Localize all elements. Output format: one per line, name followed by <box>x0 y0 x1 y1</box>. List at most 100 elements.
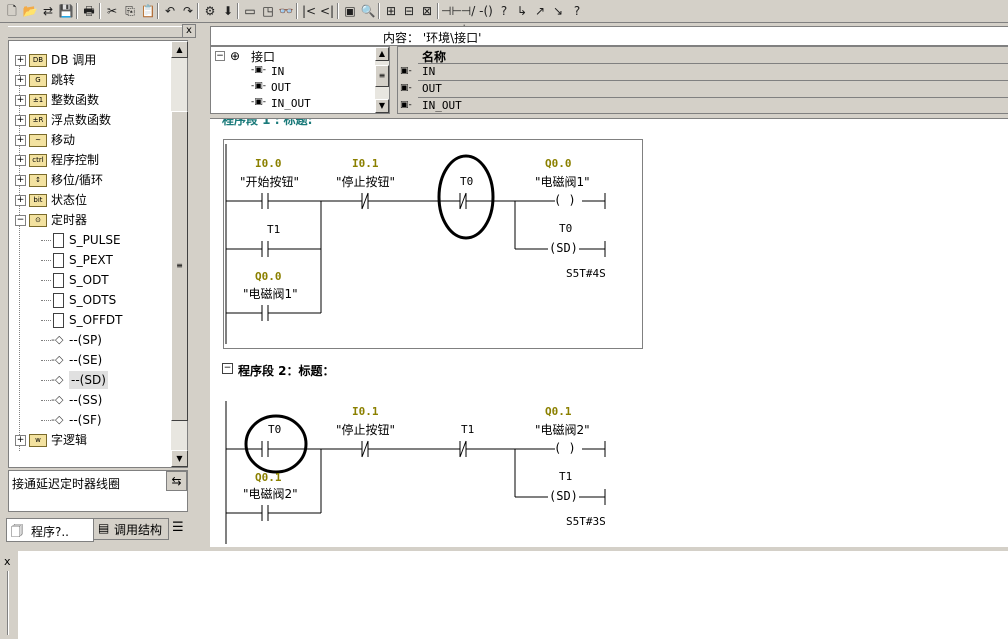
n2-contact1-address[interactable]: T0 <box>268 423 281 436</box>
details-grip[interactable] <box>7 571 9 635</box>
branch-icon[interactable]: ⊟ <box>400 2 418 20</box>
copy-icon[interactable]: ⎘ <box>121 2 139 20</box>
no-contact-icon[interactable]: ⊣⊢ <box>441 2 462 20</box>
interface-out[interactable]: OUT <box>271 81 291 94</box>
tree-item[interactable]: + bit 状态位 <box>9 191 169 209</box>
close-branch-icon[interactable]: ↗ <box>531 2 549 20</box>
n1-contact2-symbol[interactable]: "停止按钮" <box>336 173 395 190</box>
expand-icon[interactable]: + <box>15 75 26 86</box>
save-icon[interactable]: 💾 <box>57 2 75 20</box>
tab-callstruct[interactable]: ▤ 调用结构 <box>93 518 169 540</box>
coil-icon[interactable]: -() <box>477 2 495 20</box>
overview-icon[interactable]: ▣ <box>341 2 359 20</box>
n1-coil-glyph[interactable]: ( ) <box>554 193 576 207</box>
tree-item[interactable]: S_ODT <box>9 271 169 289</box>
tree-item[interactable]: -◇ --(SE) <box>9 351 169 369</box>
scroll-up-icon[interactable]: ▲ <box>171 41 188 58</box>
next-icon[interactable]: <| <box>318 2 336 20</box>
prev-icon[interactable]: |< <box>300 2 318 20</box>
interface-collapse-icon[interactable]: − <box>215 51 225 61</box>
monitor-icon[interactable]: ◳ <box>259 2 277 20</box>
expand-icon[interactable]: + <box>15 115 26 126</box>
list-icon[interactable]: ☰ <box>172 520 190 538</box>
tree-item[interactable]: − ⊙ 定时器 <box>9 211 169 229</box>
tree-item[interactable]: + w 字逻辑 <box>9 431 169 449</box>
table-row[interactable]: IN <box>418 64 1008 81</box>
panel-grip[interactable] <box>8 26 182 38</box>
panel-close-icon[interactable]: x <box>182 24 196 38</box>
tree-item[interactable]: S_PEXT <box>9 251 169 269</box>
details-close-icon[interactable]: x <box>4 555 11 568</box>
tree-item[interactable]: + ±1 整数函数 <box>9 91 169 109</box>
expand-icon[interactable]: + <box>15 435 26 446</box>
n1-branch1-address[interactable]: T1 <box>267 223 280 236</box>
n1-timer-glyph[interactable]: (SD) <box>549 241 578 255</box>
open-branch-icon[interactable]: ↳ <box>513 2 531 20</box>
expand-icon[interactable]: + <box>15 175 26 186</box>
expand-icon[interactable]: + <box>15 155 26 166</box>
table-row[interactable]: OUT <box>418 81 1008 98</box>
network-icon[interactable]: ⇄ <box>39 2 57 20</box>
n1-coil-symbol[interactable]: "电磁阀1" <box>535 173 590 190</box>
network2-title[interactable]: 程序段 2：标题： <box>238 362 335 379</box>
n2-branch1-symbol[interactable]: "电磁阀2" <box>243 485 298 502</box>
table-row[interactable]: IN_OUT <box>418 98 1008 113</box>
scroll-thumb[interactable]: ≡ <box>171 111 188 421</box>
tree-item[interactable]: -◇ --(SP) <box>9 331 169 349</box>
box-icon[interactable]: ? <box>495 2 513 20</box>
undo-icon[interactable]: ↶ <box>161 2 179 20</box>
help-icon[interactable]: ? <box>568 2 586 20</box>
iface-scroll-thumb[interactable]: ≡ <box>375 65 389 87</box>
network2-collapse-icon[interactable]: − <box>222 363 233 374</box>
n1-branch2-symbol[interactable]: "电磁阀1" <box>243 285 298 302</box>
tree-item[interactable]: + DB DB 调用 <box>9 51 169 69</box>
tree-item[interactable]: S_PULSE <box>9 231 169 249</box>
n2-contact2-symbol[interactable]: "停止按钮" <box>336 421 395 438</box>
compile-icon[interactable]: ⚙ <box>201 2 219 20</box>
tree-item[interactable]: -◇ --(SF) <box>9 411 169 429</box>
n1-timer-address[interactable]: T0 <box>559 222 572 235</box>
print-icon[interactable]: 🖶 <box>80 2 98 20</box>
n2-timer-address[interactable]: T1 <box>559 470 572 483</box>
paste-icon[interactable]: 📋 <box>139 2 157 20</box>
iface-scroll-down-icon[interactable]: ▼ <box>375 99 389 113</box>
window-icon[interactable]: ▭ <box>241 2 259 20</box>
tree-item[interactable]: + G 跳转 <box>9 71 169 89</box>
n2-timer-glyph[interactable]: (SD) <box>549 489 578 503</box>
expand-icon[interactable]: + <box>15 195 26 206</box>
cut-icon[interactable]: ✂ <box>103 2 121 20</box>
n1-contact3-address[interactable]: T0 <box>460 175 473 188</box>
tree-item[interactable]: -◇ --(SS) <box>9 391 169 409</box>
n2-coil-glyph[interactable]: ( ) <box>554 441 576 455</box>
tree-item[interactable]: + ↕ 移位/循环 <box>9 171 169 189</box>
interface-in[interactable]: IN <box>271 65 284 78</box>
iface-scroll-up-icon[interactable]: ▲ <box>375 47 389 61</box>
tab-program[interactable]: 🗍 程序?.. <box>6 518 94 542</box>
parallel-icon[interactable]: ⊠ <box>418 2 436 20</box>
tree-item[interactable]: S_ODTS <box>9 291 169 309</box>
zoom-icon[interactable]: 🔍 <box>359 2 377 20</box>
n1-contact1-symbol[interactable]: "开始按钮" <box>240 173 299 190</box>
collapse-icon[interactable]: − <box>15 215 26 226</box>
n2-contact3-address[interactable]: T1 <box>461 423 474 436</box>
interface-scrollbar[interactable]: ▲ ≡ ▼ <box>375 47 389 113</box>
expand-icon[interactable]: + <box>15 55 26 66</box>
expand-icon[interactable]: + <box>15 95 26 106</box>
redo-icon[interactable]: ↷ <box>179 2 197 20</box>
n2-coil-symbol[interactable]: "电磁阀2" <box>535 421 590 438</box>
tree-scrollbar[interactable]: ▲ ≡ ▼ <box>171 41 188 467</box>
tree-item[interactable]: + ~ 移动 <box>9 131 169 149</box>
interface-root-label[interactable]: 接口 <box>251 48 275 65</box>
tree-item[interactable]: S_OFFDT <box>9 311 169 329</box>
tree-item[interactable]: -◇ --(SD) <box>9 371 169 389</box>
new-icon[interactable]: 🗋 <box>3 2 21 20</box>
interface-inout[interactable]: IN_OUT <box>271 97 311 110</box>
tree-item[interactable]: + ±R 浮点数函数 <box>9 111 169 129</box>
scroll-down-icon[interactable]: ▼ <box>171 450 188 467</box>
insert-network-icon[interactable]: ⊞ <box>382 2 400 20</box>
glasses-icon[interactable]: 👓 <box>277 2 295 20</box>
nc-contact-icon[interactable]: ⊣/⊢ <box>459 2 477 36</box>
tree-item[interactable]: + ctrl 程序控制 <box>9 151 169 169</box>
open-icon[interactable]: 📂 <box>21 2 39 20</box>
connect-icon[interactable]: ↘ <box>549 2 567 20</box>
